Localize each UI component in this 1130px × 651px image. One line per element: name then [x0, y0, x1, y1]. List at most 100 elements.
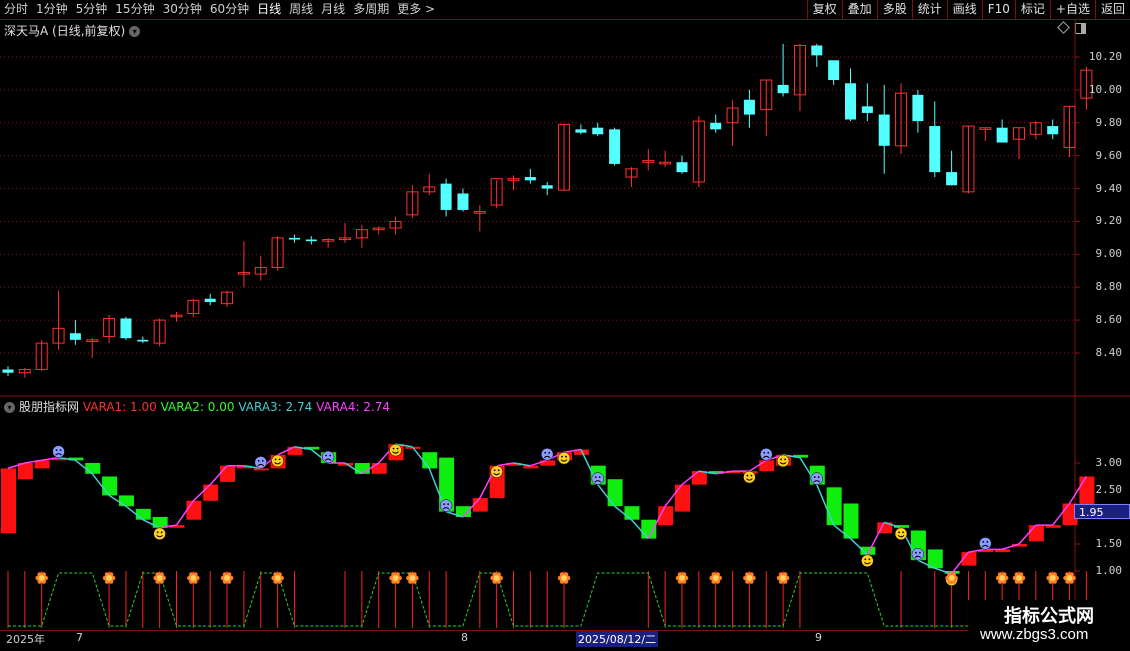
osc-bar-up [691, 471, 707, 485]
toolbar-button-1[interactable]: 叠加 [841, 0, 877, 19]
flower-petal [277, 572, 282, 577]
period-tab-10[interactable]: 更多 > [393, 0, 439, 19]
face-eye [780, 458, 782, 461]
osc-bar-up [776, 454, 792, 466]
face-mouth [897, 534, 905, 538]
osc-line [849, 538, 868, 556]
flower-icon [392, 575, 399, 581]
face-eye [493, 469, 496, 472]
osc-line [24, 459, 42, 464]
face-eye [952, 577, 955, 580]
indicator-name: 股朋指标网 [19, 400, 80, 414]
toolbar-button-6[interactable]: 标记 [1014, 0, 1050, 19]
candle-up [625, 168, 638, 178]
candle-down [946, 172, 958, 186]
toolbar-button-2[interactable]: 多股 [876, 0, 912, 19]
flower-petal [35, 575, 40, 581]
osc-bar-up [742, 471, 758, 474]
toolbar-button-3[interactable]: 统计 [911, 0, 947, 19]
panel-layout-icon[interactable] [1075, 23, 1086, 34]
face-eye [274, 458, 277, 461]
osc-bar-down [843, 503, 859, 539]
indicator-var-3: VARA3: 2.74 [238, 400, 317, 414]
face-mouth [981, 544, 989, 548]
flower-icon [106, 575, 113, 581]
flower-petal [681, 572, 687, 577]
toolbar-button-0[interactable]: 复权 [806, 0, 842, 19]
osc-bar-up [1045, 525, 1061, 528]
flower-petal [1001, 579, 1007, 584]
period-tab-6[interactable]: 日线 [253, 0, 285, 19]
flower-petal [159, 572, 164, 577]
candle-down [710, 122, 722, 130]
flower-petal [412, 572, 417, 577]
period-tab-7[interactable]: 周线 [285, 0, 317, 19]
osc-bar-up [759, 460, 775, 472]
toolbar-button-8[interactable]: 返回 [1094, 0, 1130, 19]
flower-petal [717, 575, 722, 581]
candle-down [440, 183, 452, 210]
flower-petal [563, 579, 569, 584]
osc-bar-up [557, 452, 573, 461]
flower-petal [778, 579, 784, 584]
candle-up [692, 120, 705, 183]
face-eye [763, 451, 766, 454]
happy-face-icon [557, 451, 571, 465]
candle-down [204, 298, 216, 303]
osc-bar-up [236, 465, 252, 469]
osc-bar-up [169, 525, 185, 528]
period-toolbar: 分时 1分钟 5分钟 15分钟 30分钟 60分钟 日线 周线 月线 多周期 更多 > 复权 叠加 多股… [0, 0, 1130, 20]
toolbar-button-7[interactable]: +自选 [1049, 0, 1095, 19]
face-eye [598, 476, 601, 478]
flower-petal [782, 579, 788, 584]
sad-face-icon [911, 547, 925, 561]
stock-title[interactable]: 深天马A (日线,前复权) ▾ [4, 22, 141, 39]
happy-face-icon [945, 573, 958, 586]
diamond-icon[interactable] [1057, 21, 1070, 34]
flower-petal [193, 572, 198, 577]
osc-line [344, 462, 363, 475]
period-tab-8[interactable]: 月线 [317, 0, 349, 19]
period-tab-9[interactable]: 多周期 [349, 0, 393, 19]
flower-petal [1069, 579, 1074, 584]
period-tab-4[interactable]: 30分钟 [159, 0, 206, 19]
flower-petal [228, 575, 234, 581]
flower-icon [948, 575, 955, 581]
candle-up [760, 79, 773, 111]
osc-bar-up [1, 468, 16, 534]
price-label: 8.60 [1095, 313, 1123, 327]
indicator-var-2: VARA2: 0.00 [160, 400, 239, 414]
flower-petal [104, 572, 110, 577]
osc-bar-up [995, 549, 1011, 553]
osc-bar-up [523, 465, 539, 469]
chevron-down-icon[interactable]: ▾ [129, 26, 141, 37]
toolbar-button-4[interactable]: 画线 [946, 0, 982, 19]
osc-line [294, 446, 312, 451]
chevron-down-icon[interactable]: ▾ [4, 402, 15, 413]
period-tab-1[interactable]: 1分钟 [32, 0, 72, 19]
flower-icon [274, 575, 281, 581]
toolbar-button-5[interactable]: F10 [981, 0, 1015, 19]
candlestick-chart[interactable] [0, 0, 1130, 650]
osc-bar-up [338, 463, 353, 466]
period-tab-5[interactable]: 60分钟 [206, 0, 253, 19]
sad-face-icon [760, 448, 773, 461]
osc-bar-down [624, 506, 640, 520]
period-tab-3[interactable]: 15分钟 [111, 0, 158, 19]
watermark-title: 指标公式网 [1004, 606, 1094, 627]
candle-up [103, 317, 116, 338]
flower-petal [222, 572, 228, 577]
candle-up [86, 339, 99, 342]
period-tab-2[interactable]: 5分钟 [72, 0, 112, 19]
candle-up [793, 44, 806, 96]
osc-line [513, 462, 531, 467]
candle-up [659, 161, 672, 165]
candle-up [52, 327, 65, 344]
candle-down [575, 129, 587, 133]
period-tab-0[interactable]: 分时 [0, 0, 32, 19]
flower-petal [187, 575, 192, 581]
price-label: 9.20 [1095, 214, 1123, 228]
ind-axis-label: 1.00 [1095, 564, 1123, 577]
osc-line [766, 454, 784, 462]
osc-bar-down [708, 471, 724, 474]
